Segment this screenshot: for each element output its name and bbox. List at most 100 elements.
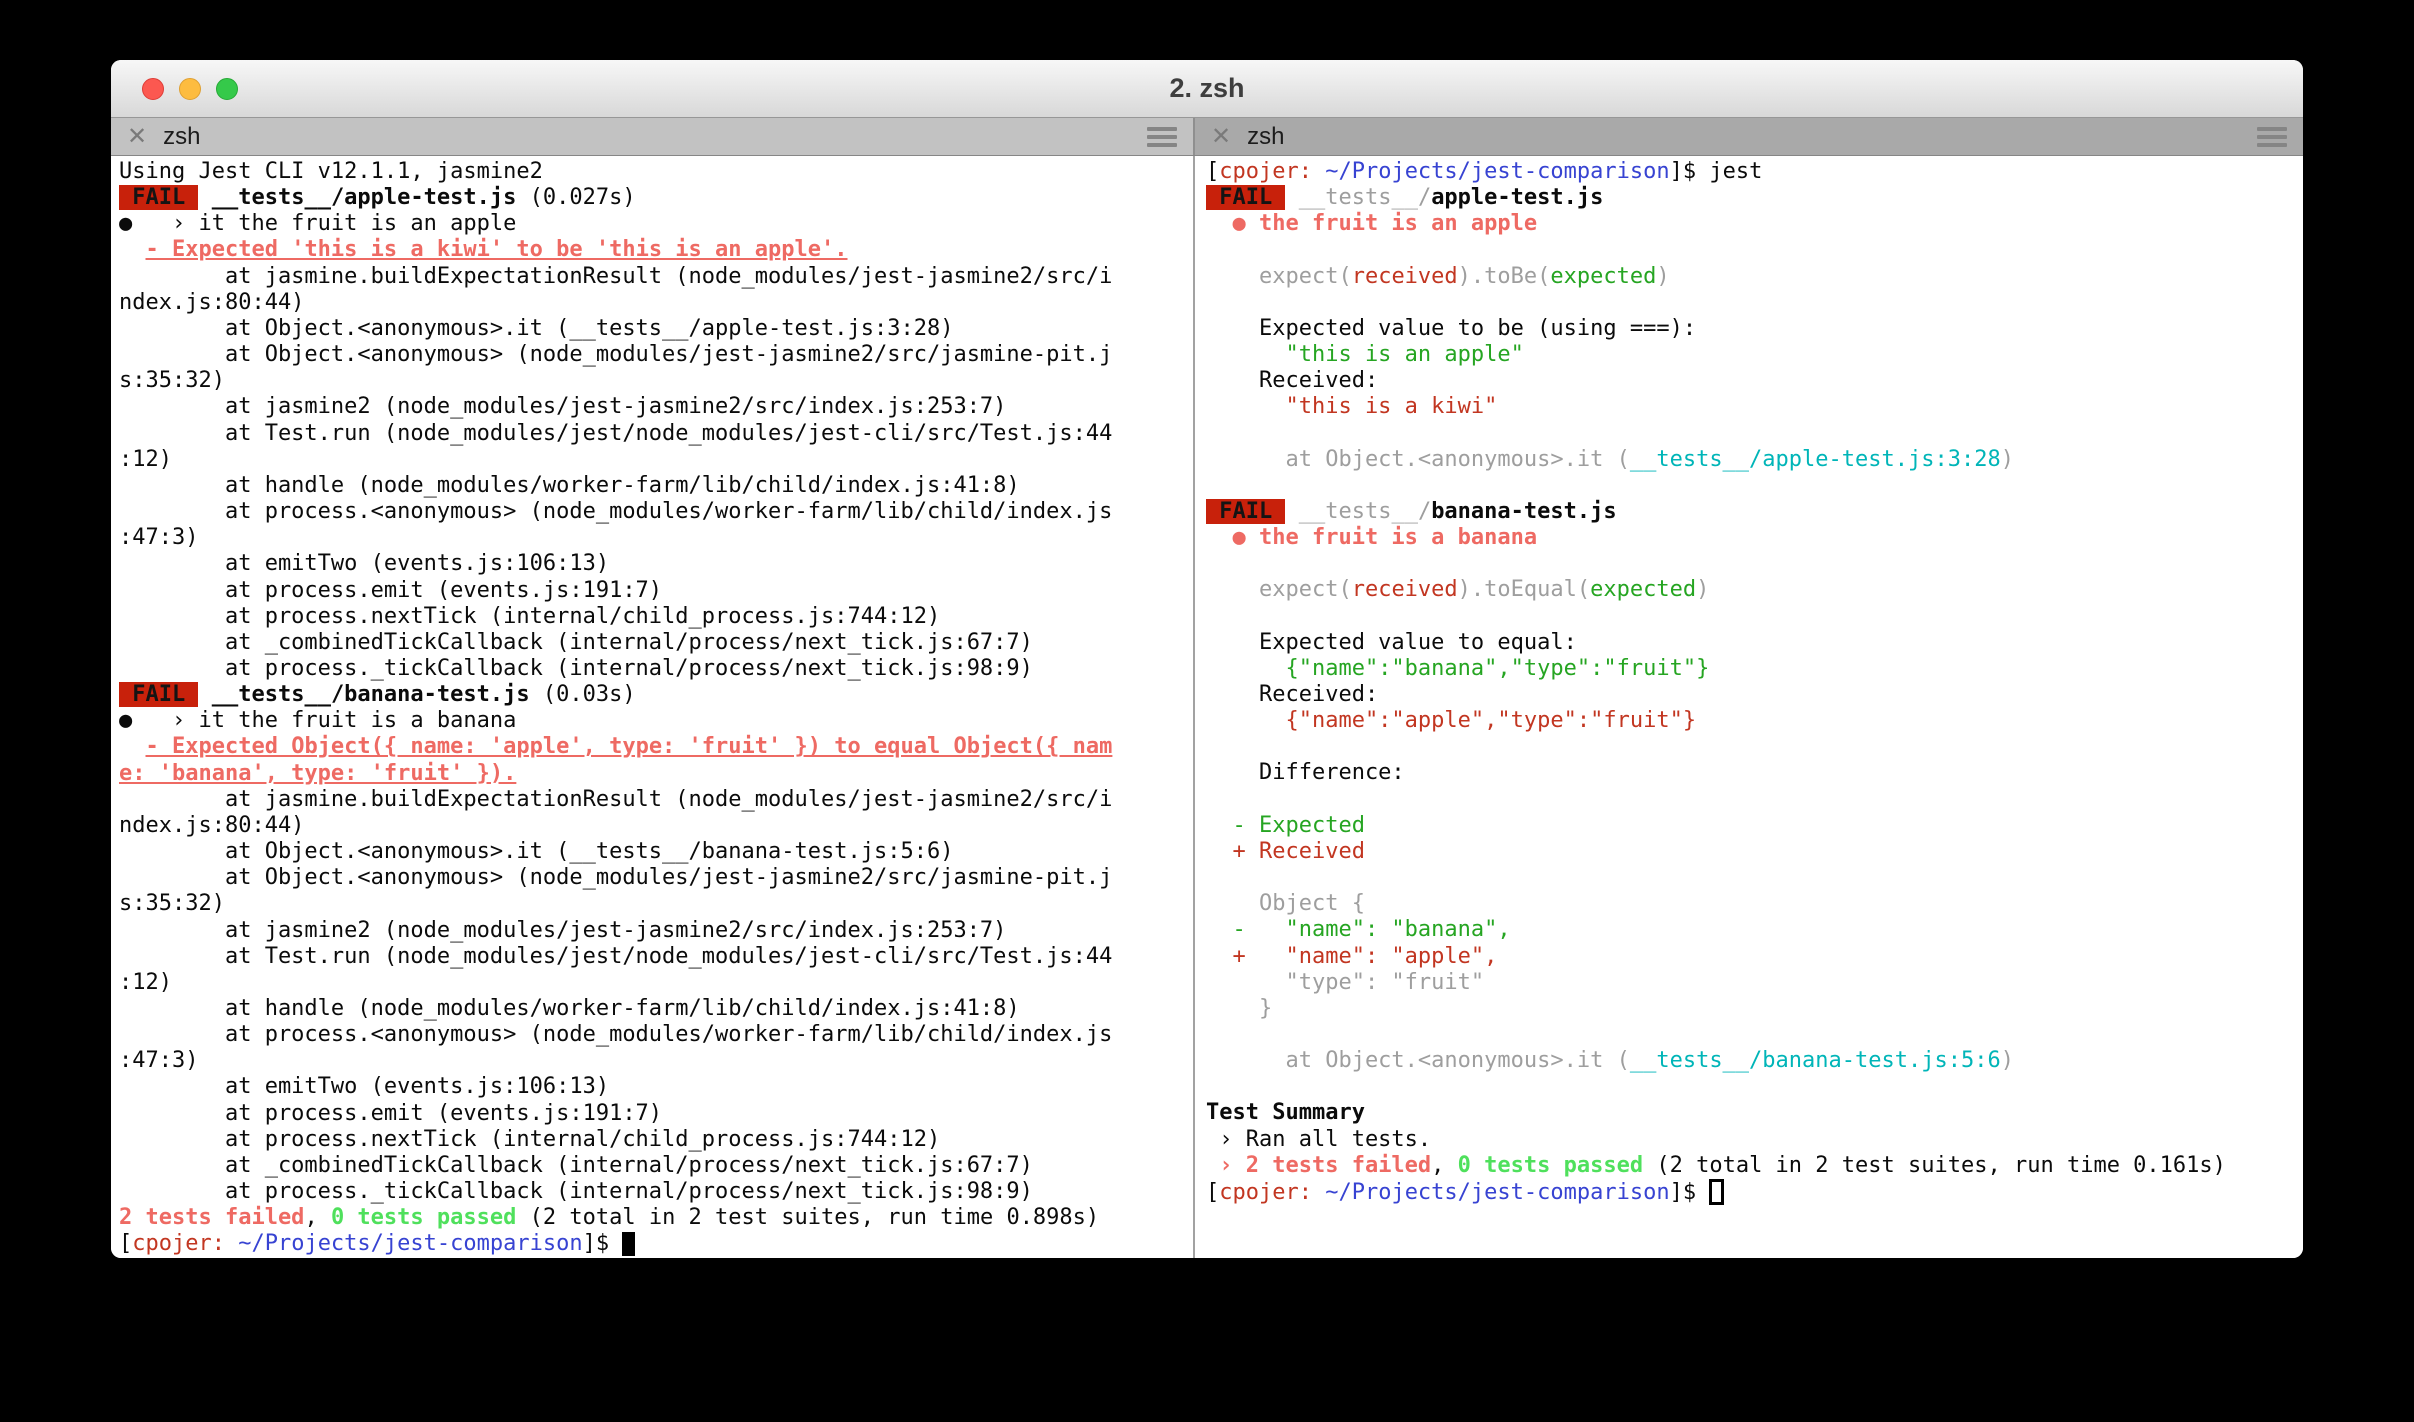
terminal-line: › 2 tests failed, 0 tests passed (2 tota… — [1206, 1153, 2303, 1179]
text-segment: ~/Projects/jest-comparison — [1325, 1179, 1670, 1205]
terminal-line: at process.<anonymous> (node_modules/wor… — [119, 1022, 1193, 1048]
terminal-line: ● › it the fruit is an apple — [119, 211, 1193, 237]
file-link[interactable]: __tests__/banana-test.js:5:6 — [1630, 1048, 2001, 1073]
text-segment: (0.03s) — [529, 682, 636, 708]
terminal-line: Received: — [1206, 682, 2303, 708]
close-tab-icon[interactable]: ✕ — [127, 124, 147, 149]
terminal-line: - Expected Object({ name: 'apple', type:… — [119, 734, 1193, 760]
text-segment: - Expected — [1206, 812, 1365, 838]
fail-badge: FAIL — [1206, 498, 1286, 524]
text-segment: "this is an apple" — [1206, 342, 1524, 368]
text-segment: :12) — [119, 446, 172, 472]
terminal-line: at jasmine2 (node_modules/jest-jasmine2/… — [119, 394, 1193, 420]
text-segment: [ — [119, 1231, 133, 1257]
menu-icon[interactable] — [1147, 126, 1177, 147]
text-segment: e: 'banana', type: 'fruit' }). — [119, 760, 517, 786]
close-tab-icon[interactable]: ✕ — [1211, 124, 1231, 149]
terminal-line: + "name": "apple", — [1206, 944, 2303, 970]
right-pane-tab[interactable]: ✕ zsh — [1195, 118, 2303, 155]
text-segment: expect( — [1206, 263, 1352, 289]
terminal-line: at process.<anonymous> (node_modules/wor… — [119, 499, 1193, 525]
text-segment: {"name":"apple","type":"fruit"} — [1206, 708, 1697, 734]
text-segment: ]$ — [1669, 1179, 1710, 1205]
terminal-line: e: 'banana', type: 'fruit' }). — [119, 761, 1193, 787]
text-segment: at process.<anonymous> (node_modules/wor… — [119, 1022, 1113, 1048]
terminal-line: Received: — [1206, 368, 2303, 394]
terminal-line: Difference: — [1206, 760, 2303, 786]
terminal-line: FAIL __tests__/apple-test.js (0.027s) — [119, 185, 1193, 211]
close-window-button[interactable] — [142, 77, 164, 100]
text-segment: at Test.run (node_modules/jest/node_modu… — [119, 943, 1113, 969]
text-segment: ).toEqual( — [1457, 577, 1591, 603]
text-segment: "type": "fruit" — [1206, 969, 1485, 995]
minimize-window-button[interactable] — [179, 77, 201, 100]
text-segment — [1312, 159, 1325, 184]
terminal-pane-right[interactable]: [cpojer: ~/Projects/jest-comparison]$ je… — [1195, 156, 2303, 1258]
terminal-line: :12) — [119, 970, 1193, 996]
zoom-window-button[interactable] — [216, 77, 238, 100]
terminal-line: at process.nextTick (internal/child_proc… — [119, 604, 1193, 630]
terminal-line: - Expected — [1206, 813, 2303, 839]
window-title: 2. zsh — [1169, 73, 1245, 103]
terminal-line: at Object.<anonymous>.it (__tests__/appl… — [1206, 447, 2303, 473]
text-segment: + "name": "apple", — [1206, 943, 1498, 969]
terminal-line: at emitTwo (events.js:106:13) — [119, 1074, 1193, 1100]
text-segment: ndex.js:80:44) — [119, 289, 305, 315]
terminal-pane-left[interactable]: Using Jest CLI v12.1.1, jasmine2 FAIL __… — [111, 156, 1195, 1258]
terminal-line: Object { — [1206, 891, 2303, 917]
terminal-line: "type": "fruit" — [1206, 970, 2303, 996]
terminal-line: Expected value to be (using ===): — [1206, 316, 2303, 342]
text-segment — [198, 185, 211, 210]
terminal-line: [cpojer: ~/Projects/jest-comparison]$ — [119, 1231, 1193, 1257]
terminal-line: at _combinedTickCallback (internal/proce… — [119, 1153, 1193, 1179]
text-segment: apple-test.js — [1431, 185, 1604, 211]
terminal-line: [cpojer: ~/Projects/jest-comparison]$ — [1206, 1178, 2303, 1206]
terminal-line: at emitTwo (events.js:106:13) — [119, 551, 1193, 577]
text-segment: 0 tests passed — [1457, 1152, 1644, 1178]
terminal-line: - "name": "banana", — [1206, 917, 2303, 943]
text-segment: (0.027s) — [516, 185, 636, 211]
text-segment: __tests__/banana-test.js — [211, 682, 530, 708]
text-segment: ● › it the fruit is a banana — [119, 708, 517, 734]
text-segment: at Object.<anonymous>.it (__tests__/bana… — [119, 839, 954, 865]
terminal-line: {"name":"apple","type":"fruit"} — [1206, 708, 2303, 734]
terminal-line: Test Summary — [1206, 1100, 2303, 1126]
terminal-line: at jasmine.buildExpectationResult (node_… — [119, 787, 1193, 813]
text-segment: at Object.<anonymous>.it ( — [1206, 446, 1630, 472]
text-segment: ~/Projects/jest-comparison — [238, 1231, 583, 1257]
menu-icon[interactable] — [2257, 126, 2287, 147]
text-segment: [ — [1206, 159, 1220, 184]
text-segment: Received: — [1206, 682, 1379, 708]
terminal-line: 2 tests failed, 0 tests passed (2 total … — [119, 1205, 1193, 1231]
terminal-line: at jasmine.buildExpectationResult (node_… — [119, 264, 1193, 290]
text-segment: , — [304, 1205, 331, 1231]
titlebar[interactable]: 2. zsh — [111, 60, 2303, 118]
text-segment: at jasmine2 (node_modules/jest-jasmine2/… — [119, 917, 1007, 943]
terminal-line: :47:3) — [119, 1048, 1193, 1074]
terminal-line: expect(received).toEqual(expected) — [1206, 577, 2303, 603]
text-segment: , — [1431, 1152, 1458, 1178]
text-segment: at handle (node_modules/worker-farm/lib/… — [119, 472, 1020, 498]
text-segment: - Expected 'this is a kiwi' to be 'this … — [145, 237, 848, 263]
file-link[interactable]: __tests__/apple-test.js:3:28 — [1630, 447, 2001, 472]
cursor-outline — [1709, 1178, 1725, 1205]
text-segment: } — [1206, 995, 1273, 1021]
text-segment — [1285, 185, 1298, 210]
text-segment: __tests__/apple-test.js — [211, 185, 517, 211]
text-segment — [198, 682, 211, 707]
left-pane-tab[interactable]: ✕ zsh — [111, 118, 1195, 155]
terminal-line: + Received — [1206, 839, 2303, 865]
traffic-lights — [142, 60, 238, 117]
text-segment — [1312, 1180, 1325, 1205]
text-segment: ) — [1696, 577, 1710, 603]
text-segment: at _combinedTickCallback (internal/proce… — [119, 629, 1033, 655]
fail-badge: FAIL — [119, 185, 199, 211]
text-segment: "this is a kiwi" — [1206, 394, 1498, 420]
text-segment — [119, 734, 146, 759]
terminal-line: at Test.run (node_modules/jest/node_modu… — [119, 421, 1193, 447]
terminal-line: at _combinedTickCallback (internal/proce… — [119, 630, 1193, 656]
text-segment: at process.emit (events.js:191:7) — [119, 577, 663, 603]
